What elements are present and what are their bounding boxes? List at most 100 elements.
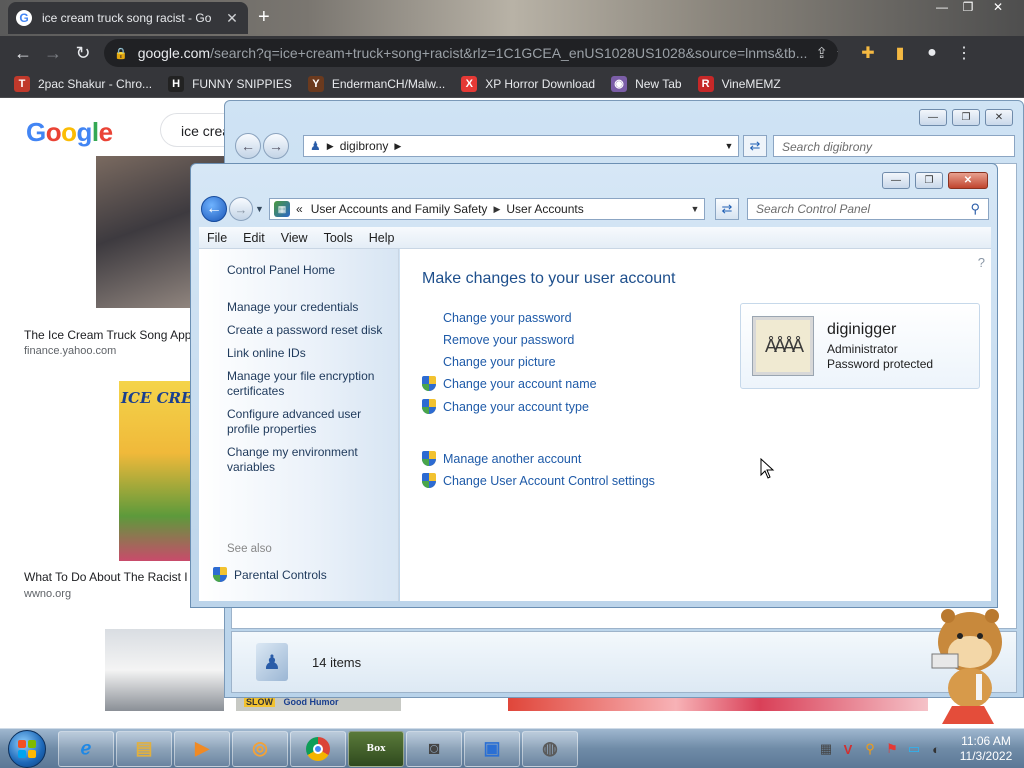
close-tab-icon[interactable]: ✕	[224, 10, 240, 27]
bookmark-item[interactable]: X XP Horror Download	[461, 75, 595, 92]
browser-tab[interactable]: G ice cream truck song racist - Go ✕	[8, 2, 248, 34]
parental-controls-link[interactable]: Parental Controls	[213, 567, 327, 582]
account-tile: ÅÅÅÅ diginigger Administrator Password p…	[740, 303, 980, 389]
result-caption[interactable]: What To Do About The Racist I	[24, 570, 188, 584]
breadcrumb-arrow-icon[interactable]: ▶	[493, 204, 500, 215]
change-password-link[interactable]: Change your password	[422, 310, 572, 325]
network-icon[interactable]: ▦	[816, 741, 836, 757]
result-image-van[interactable]	[105, 629, 224, 711]
side-panel-icon[interactable]: ▮	[884, 43, 916, 63]
remove-password-link[interactable]: Remove your password	[422, 332, 574, 347]
url-path: /search?q=ice+cream+truck+song+racist&rl…	[210, 45, 808, 61]
bookmark-label: New Tab	[635, 76, 682, 91]
google-logo[interactable]: Google	[26, 117, 113, 148]
bookmark-item[interactable]: R VineMEMZ	[697, 75, 781, 92]
minimize-icon[interactable]: —	[882, 172, 910, 189]
maximize-icon[interactable]: ❐	[952, 109, 980, 126]
address-dropdown-icon[interactable]: ▼	[686, 204, 704, 214]
chrome-restore-icon[interactable]: ❐	[954, 0, 982, 16]
reload-icon[interactable]: ↻	[68, 39, 98, 67]
breadcrumb-overflow[interactable]: «	[296, 202, 303, 216]
new-tab-plus-icon[interactable]: +	[258, 6, 270, 29]
chrome-tab-strip: G ice cream truck song racist - Go ✕ + —…	[0, 0, 1024, 36]
advanced-profile-link[interactable]: Configure advanced user profile properti…	[227, 407, 387, 437]
file-explorer-icon[interactable]: ▤	[116, 730, 172, 767]
bookmark-item[interactable]: ◉ New Tab	[611, 75, 682, 92]
picture-viewer-icon[interactable]: ▣	[464, 730, 520, 767]
clock-app-icon[interactable]: ◙	[406, 730, 462, 767]
bookmark-item[interactable]: T 2pac Shakur - Chro...	[14, 75, 152, 92]
box-app-icon[interactable]: Box	[348, 730, 404, 767]
taskbar: ℯ ▤ ▶ ◎ Box ◙ ▣ ◍ ▦ V ⚲ ⚑ ▭ ◐ 11:06 AM 1…	[0, 728, 1024, 768]
display-tray-icon[interactable]: ▭	[904, 741, 924, 757]
media-player-icon[interactable]: ▶	[174, 730, 230, 767]
bookmark-item[interactable]: H FUNNY SNIPPIES	[168, 75, 292, 92]
uc-browser-icon[interactable]: ◎	[232, 730, 288, 767]
avatar[interactable]: ÅÅÅÅ	[753, 317, 813, 375]
link-online-ids-link[interactable]: Link online IDs	[227, 346, 387, 361]
maximize-icon[interactable]: ❐	[915, 172, 943, 189]
manage-another-account-link[interactable]: Manage another account	[422, 451, 581, 466]
bookmark-star-icon[interactable]: ☆	[828, 44, 838, 62]
clock-time: 11:06 AM	[961, 734, 1011, 748]
chrome-close-icon[interactable]: ✕	[984, 0, 1012, 16]
breadcrumb-item[interactable]: User Accounts and Family Safety	[311, 202, 488, 216]
extensions-puzzle-icon[interactable]: ✚	[852, 43, 884, 63]
share-icon[interactable]: ⇪	[807, 44, 828, 62]
breadcrumb-item[interactable]: User Accounts	[506, 202, 583, 216]
help-icon[interactable]: ?	[978, 255, 985, 270]
change-account-name-link[interactable]: Change your account name	[422, 376, 597, 391]
close-icon[interactable]: ✕	[985, 109, 1013, 126]
password-reset-disk-link[interactable]: Create a password reset disk	[227, 323, 387, 338]
explorer-address-bar[interactable]: ♟ ▶ digibrony ▶ ▼	[303, 135, 739, 157]
uac-shield-icon	[213, 567, 227, 582]
file-encryption-link[interactable]: Manage your file encryption certificates	[227, 369, 387, 399]
change-picture-link[interactable]: Change your picture	[422, 354, 556, 369]
menu-help[interactable]: Help	[369, 231, 395, 245]
flag-tray-icon[interactable]: ⚑	[882, 741, 902, 757]
close-icon[interactable]: ✕	[948, 172, 988, 189]
manage-credentials-link[interactable]: Manage your credentials	[227, 300, 387, 315]
menu-tools[interactable]: Tools	[324, 231, 353, 245]
bookmark-favicon-icon: X	[461, 75, 478, 92]
result-caption[interactable]: The Ice Cream Truck Song App	[24, 328, 191, 342]
minimize-icon[interactable]: —	[919, 109, 947, 126]
environment-variables-link[interactable]: Change my environment variables	[227, 445, 387, 475]
chrome-taskbar-icon[interactable]	[290, 730, 346, 767]
control-panel-address-bar[interactable]: ▦ « User Accounts and Family Safety ▶ Us…	[269, 198, 705, 220]
control-panel-home-link[interactable]: Control Panel Home	[227, 263, 387, 278]
address-dropdown-icon[interactable]: ▼	[720, 141, 738, 151]
search-icon[interactable]: ⚲	[970, 201, 980, 217]
control-panel-window[interactable]: — ❐ ✕ ← → ▼ ▦ « User Accounts and Family…	[190, 163, 998, 608]
menu-file[interactable]: File	[207, 231, 227, 245]
change-account-type-link[interactable]: Change your account type	[422, 399, 589, 414]
profile-avatar-icon[interactable]: ●	[916, 44, 948, 62]
recent-pages-icon[interactable]: ▼	[255, 204, 264, 214]
explorer-search-input[interactable]: Search digibrony	[773, 135, 1015, 157]
menu-edit[interactable]: Edit	[243, 231, 265, 245]
forward-button-icon[interactable]: →	[229, 197, 253, 221]
address-bar[interactable]: 🔒 google.com/search?q=ice+cream+truck+so…	[104, 39, 838, 67]
search-tray-icon[interactable]: ⚲	[860, 741, 880, 757]
forward-arrow-icon[interactable]: →	[38, 39, 68, 67]
menu-view[interactable]: View	[281, 231, 308, 245]
internet-explorer-icon[interactable]: ℯ	[58, 730, 114, 767]
control-panel-taskbar-icon[interactable]: ◍	[522, 730, 578, 767]
chrome-minimize-icon[interactable]: —	[928, 0, 956, 16]
start-button[interactable]	[8, 729, 46, 768]
bookmark-item[interactable]: Y EndermanCH/Malw...	[307, 75, 445, 92]
uac-settings-link[interactable]: Change User Account Control settings	[422, 473, 655, 488]
volume-icon[interactable]: ◐	[926, 742, 946, 757]
chrome-menu-icon[interactable]: ⋮	[948, 43, 980, 63]
parental-controls-label: Parental Controls	[234, 567, 327, 582]
chrome-toolbar: ← → ↻ 🔒 google.com/search?q=ice+cream+tr…	[0, 36, 1024, 70]
refresh-icon[interactable]: ⇄	[743, 135, 767, 157]
explorer-forward-icon[interactable]: →	[263, 133, 289, 159]
antivirus-icon[interactable]: V	[838, 742, 858, 757]
control-panel-search-input[interactable]: Search Control Panel ⚲	[747, 198, 989, 220]
refresh-icon[interactable]: ⇄	[715, 198, 739, 220]
explorer-back-icon[interactable]: ←	[235, 133, 261, 159]
back-button-icon[interactable]: ←	[201, 196, 227, 222]
back-arrow-icon[interactable]: ←	[8, 39, 38, 67]
clock[interactable]: 11:06 AM 11/3/2022	[948, 734, 1024, 764]
